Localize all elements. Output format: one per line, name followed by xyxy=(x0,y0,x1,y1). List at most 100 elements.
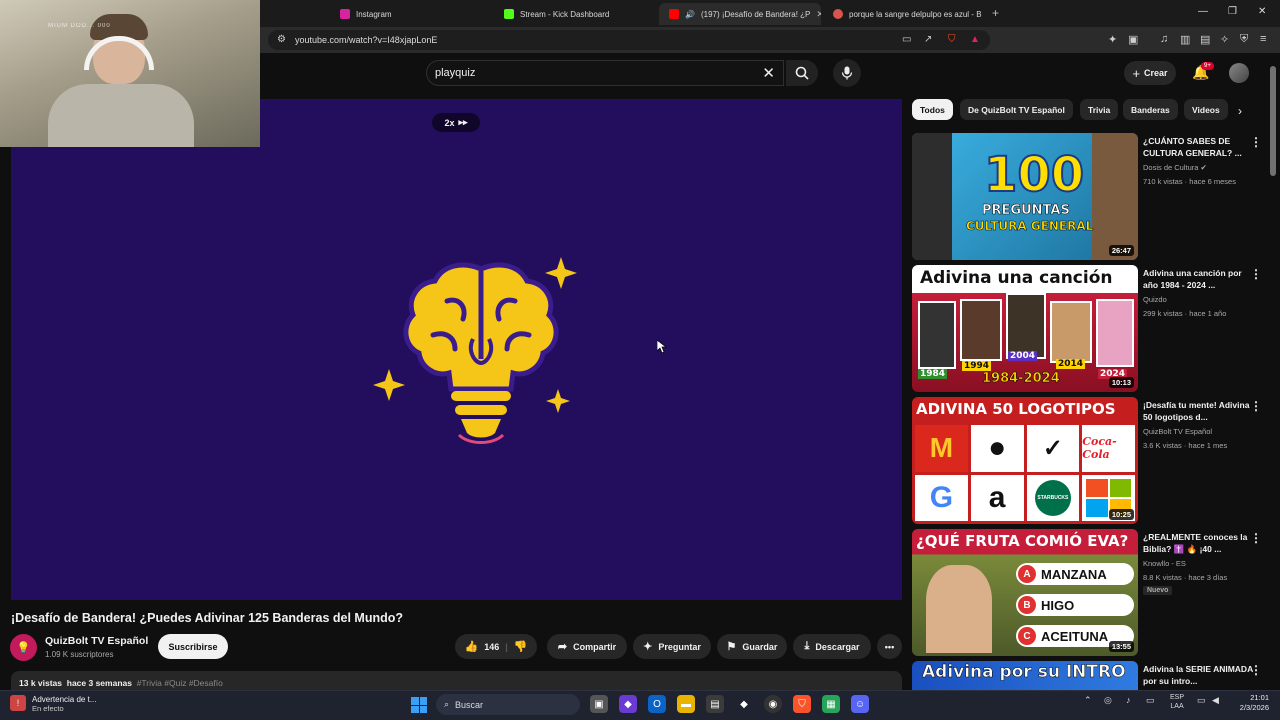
more-actions-button[interactable]: ••• xyxy=(877,634,902,659)
recommended-video[interactable]: 100 PREGUNTAS CULTURA GENERAL 26:47 ¿CUÁ… xyxy=(912,133,1264,261)
share-button[interactable]: ➦ Compartir xyxy=(547,634,627,659)
cast-icon[interactable]: ▭ xyxy=(902,34,911,45)
volume-icon[interactable]: ◀ xyxy=(1212,695,1219,706)
recommended-video[interactable]: Adivina una canción 1984 1994 2004 2014 … xyxy=(912,265,1264,393)
video-title[interactable]: ¿CUÁNTO SABES DE CULTURA GENERAL? ... xyxy=(1143,135,1255,159)
chip-channel[interactable]: De QuizBolt TV Español xyxy=(960,99,1073,120)
windows-start-icon[interactable] xyxy=(411,697,427,713)
dislike-icon[interactable]: 👎 xyxy=(514,640,528,653)
speaker-icon[interactable]: 🔊 xyxy=(685,10,695,19)
app-icon[interactable]: ◆ xyxy=(735,695,753,713)
sidebar-icon[interactable]: ▥ xyxy=(1180,33,1190,46)
channel-name[interactable]: QuizBolt TV Español xyxy=(45,635,148,647)
channel-name[interactable]: Knowllo - ES xyxy=(1143,559,1186,568)
media-icon[interactable]: ♫ xyxy=(1160,33,1168,45)
chip-todos[interactable]: Todos xyxy=(912,99,953,120)
more-options-icon[interactable]: ⋮ xyxy=(1250,399,1262,413)
recommended-video[interactable]: ADIVINA 50 LOGOTIPOS M ● ✓ Coca-Cola G a… xyxy=(912,397,1264,525)
close-window-icon[interactable]: ✕ xyxy=(1258,6,1266,17)
close-tab-icon[interactable]: ✕ xyxy=(816,9,821,20)
video-title[interactable]: ¡Desafía tu mente! Adivina 50 logotipos … xyxy=(1143,399,1255,423)
like-count[interactable]: 146 xyxy=(484,642,499,652)
file-explorer-icon[interactable]: ▬ xyxy=(677,695,695,713)
obs-icon[interactable]: ◉ xyxy=(764,695,782,713)
channel-name[interactable]: QuizBolt TV Español xyxy=(1143,427,1212,436)
minimize-icon[interactable]: — xyxy=(1198,6,1208,17)
chip-banderas[interactable]: Banderas xyxy=(1123,99,1178,120)
green-app-icon[interactable]: ▦ xyxy=(822,695,840,713)
thumbnail-title: ADIVINA 50 LOGOTIPOS xyxy=(916,400,1116,418)
url-text[interactable]: youtube.com/watch?v=I48xjapLonE xyxy=(295,35,437,45)
video-title[interactable]: Adivina una canción por año 1984 - 2024 … xyxy=(1143,267,1255,291)
brave-shield-icon[interactable]: ⛉ xyxy=(948,34,956,45)
subscribe-button[interactable]: Suscribirse xyxy=(158,634,228,659)
tray-app-icon[interactable]: ▭ xyxy=(1146,695,1155,706)
search-input[interactable]: playquiz xyxy=(435,67,475,79)
download-button[interactable]: ⤓ Descargar xyxy=(793,634,871,659)
outlook-icon[interactable]: O xyxy=(648,695,666,713)
system-clock[interactable]: 21:01 2/3/2026 xyxy=(1227,693,1269,713)
new-tab-icon[interactable]: + xyxy=(992,6,999,20)
language-indicator[interactable]: ESP LAA xyxy=(1170,693,1184,711)
save-button[interactable]: ⚑ Guardar xyxy=(717,634,787,659)
video-thumbnail[interactable]: ADIVINA 50 LOGOTIPOS M ● ✓ Coca-Cola G a… xyxy=(912,397,1138,524)
copilot-icon[interactable]: ◆ xyxy=(619,695,637,713)
tab-pulpo-search[interactable]: porque la sangre delpulpo es azul - B xyxy=(823,3,985,25)
description-box[interactable]: 13 k vistas hace 3 semanas #Trivia #Quiz… xyxy=(11,671,902,691)
taskbar-notification[interactable]: ! Advertencia de t... En efecto xyxy=(10,695,96,713)
store-icon[interactable]: ▤ xyxy=(706,695,724,713)
channel-name[interactable]: Dosis de Cultura ✔ xyxy=(1143,163,1207,172)
voice-search-button[interactable] xyxy=(833,59,861,87)
divider: | xyxy=(505,641,508,652)
more-options-icon[interactable]: ⋮ xyxy=(1250,267,1262,281)
brave-browser-icon[interactable]: ⛉ xyxy=(793,695,811,713)
recommended-video[interactable]: ¿QUÉ FRUTA COMIÓ EVA? A MANZANA B HIGO C… xyxy=(912,529,1264,657)
like-icon[interactable]: 👍 xyxy=(465,640,479,653)
clear-search-icon[interactable]: ✕ xyxy=(762,64,775,82)
chevron-right-icon[interactable]: › xyxy=(1238,104,1242,118)
leo-ai-icon[interactable]: ✧ xyxy=(1220,33,1229,46)
video-thumbnail[interactable]: 100 PREGUNTAS CULTURA GENERAL 26:47 xyxy=(912,133,1138,260)
video-thumbnail[interactable]: Adivina por su INTRO xyxy=(912,661,1138,690)
hashtags[interactable]: #Trivia #Quiz #Desafío xyxy=(137,678,223,688)
network-icon[interactable]: ▭ xyxy=(1197,695,1206,706)
tray-overflow-icon[interactable]: ⌃ xyxy=(1084,695,1092,706)
microphone-tray-icon[interactable]: ♪ xyxy=(1126,695,1131,705)
channel-name[interactable]: Quizdo xyxy=(1143,295,1167,304)
more-options-icon[interactable]: ⋮ xyxy=(1250,135,1262,149)
video-thumbnail[interactable]: ¿QUÉ FRUTA COMIÓ EVA? A MANZANA B HIGO C… xyxy=(912,529,1138,656)
brave-rewards-icon[interactable]: ▲ xyxy=(970,34,980,45)
tab-instagram[interactable]: Instagram xyxy=(330,3,490,25)
more-options-icon[interactable]: ⋮ xyxy=(1250,663,1262,677)
video-player[interactable]: 2x ▸▸ xyxy=(11,99,902,600)
recommended-video[interactable]: Adivina por su INTRO Adivina la SERIE AN… xyxy=(912,661,1264,690)
discord-icon[interactable]: ☺ xyxy=(851,695,869,713)
video-title[interactable]: ¿REALMENTE conoces la Biblia? ✝️ 🔥 ¡40 .… xyxy=(1143,531,1255,555)
account-avatar[interactable] xyxy=(1229,63,1249,83)
screenshot-icon[interactable]: ▣ xyxy=(1128,33,1138,46)
tab-youtube-active[interactable]: 🔊 (197) ¡Desafío de Bandera! ¿P ✕ xyxy=(659,3,821,25)
wallet-icon[interactable]: ▤ xyxy=(1200,33,1210,46)
search-button[interactable] xyxy=(786,60,818,86)
more-options-icon[interactable]: ⋮ xyxy=(1250,531,1262,545)
vpn-icon[interactable]: ⛨ xyxy=(1240,33,1248,46)
search-box[interactable]: playquiz ✕ xyxy=(426,60,784,86)
restore-icon[interactable]: ❐ xyxy=(1228,6,1237,17)
taskbar-search[interactable]: ⌕ Buscar xyxy=(436,694,580,715)
channel-avatar[interactable]: 💡 xyxy=(10,634,37,661)
create-button[interactable]: + Crear xyxy=(1124,61,1176,85)
chip-trivia[interactable]: Trivia xyxy=(1080,99,1119,120)
task-view-icon[interactable]: ▣ xyxy=(590,695,608,713)
site-settings-icon[interactable]: ⚙ xyxy=(277,34,286,45)
video-thumbnail[interactable]: Adivina una canción 1984 1994 2004 2014 … xyxy=(912,265,1138,392)
ask-button[interactable]: ✦ Preguntar xyxy=(633,634,711,659)
video-title[interactable]: Adivina la SERIE ANIMADA por su intro... xyxy=(1143,663,1255,687)
address-bar[interactable]: ⚙ youtube.com/watch?v=I48xjapLonE ▭ ↗ ⛉ … xyxy=(268,30,990,50)
tray-icon[interactable]: ◎ xyxy=(1104,695,1112,706)
menu-icon[interactable]: ≡ xyxy=(1260,33,1266,45)
extensions-icon[interactable]: ✦ xyxy=(1108,33,1117,46)
page-scrollbar[interactable] xyxy=(1270,66,1276,176)
share-icon[interactable]: ↗ xyxy=(924,34,932,45)
tab-kick-dashboard[interactable]: Stream - Kick Dashboard xyxy=(494,3,654,25)
chip-videos[interactable]: Videos xyxy=(1184,99,1228,120)
